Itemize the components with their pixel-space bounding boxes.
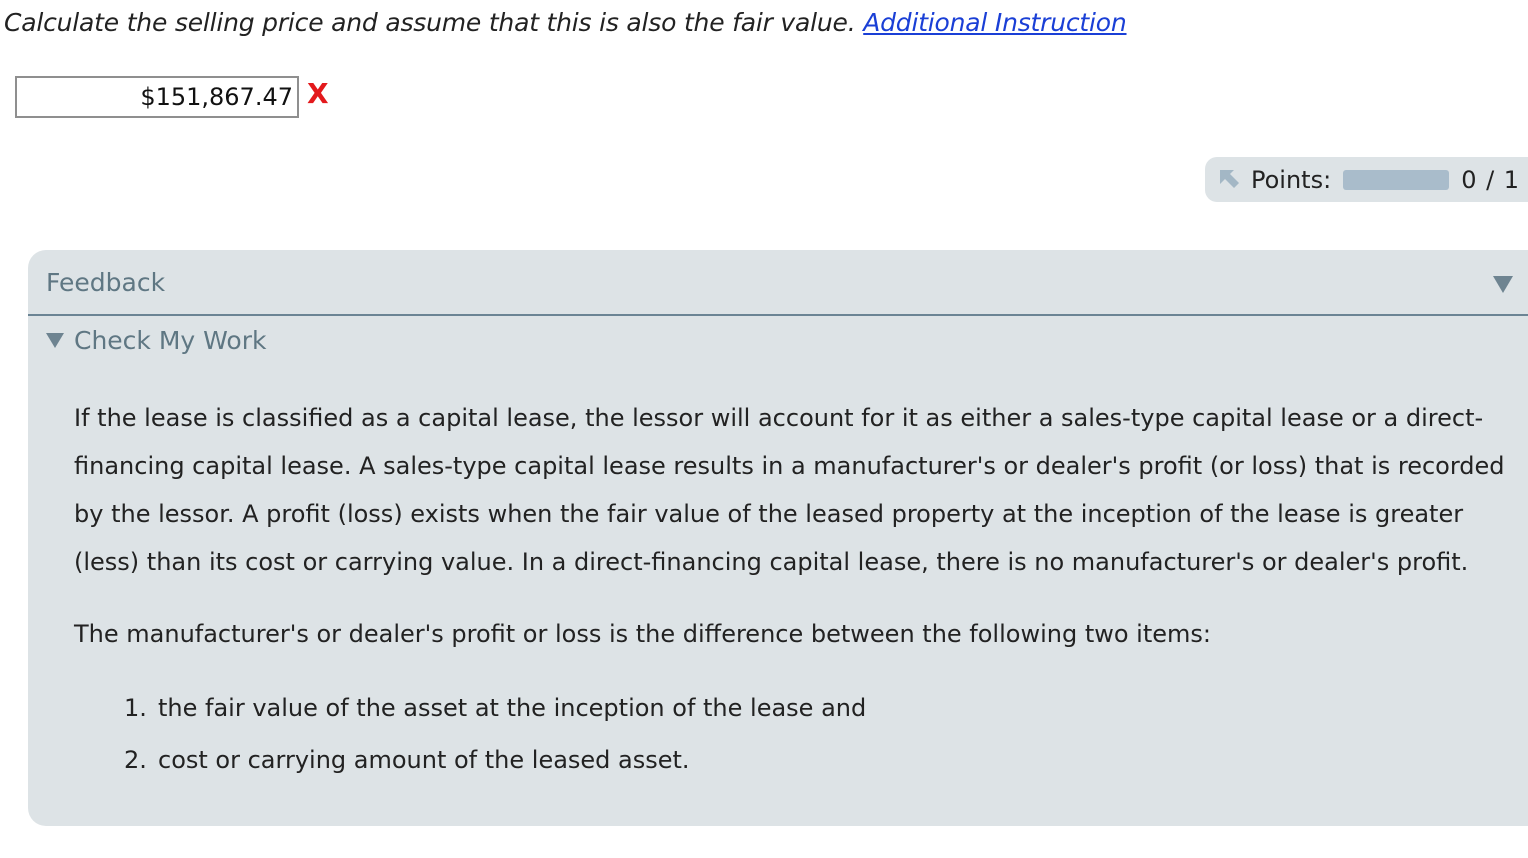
question-text: Calculate the selling price and assume t… [4,8,856,37]
feedback-header[interactable]: Feedback [28,250,1528,316]
list-item-text: the fair value of the asset at the incep… [158,694,867,722]
check-my-work-label: Check My Work [74,326,267,355]
feedback-paragraph: If the lease is classified as a capital … [74,404,1505,576]
points-label: Points: [1251,165,1332,194]
additional-instruction-link[interactable]: Additional Instruction [863,8,1126,37]
list-item-number: 1. [124,694,147,722]
list-item: 2. cost or carrying amount of the leased … [124,734,1524,786]
feedback-body: If the lease is classified as a capital … [74,394,1524,786]
points-score: 0 / 1 [1461,165,1521,194]
list-item: 1. the fair value of the asset at the inc… [124,682,1524,734]
feedback-panel: Feedback Check My Work If the lease is c… [28,250,1528,826]
points-indicator: Points: 0 / 1 [1205,157,1528,202]
expand-arrow-icon[interactable] [1217,167,1243,193]
question-prompt: Calculate the selling price and assume t… [4,8,1127,37]
list-item-text: cost or carrying amount of the leased as… [158,746,690,774]
answer-input[interactable] [15,76,299,118]
check-my-work-toggle[interactable]: Check My Work [46,326,266,355]
collapse-triangle-icon[interactable] [1493,276,1513,293]
list-item-number: 2. [124,746,147,774]
incorrect-x-icon: X [307,77,329,110]
feedback-list: 1. the fair value of the asset at the inc… [74,682,1524,786]
points-progress-bar [1343,169,1450,190]
answer-row: X [15,75,329,119]
feedback-title: Feedback [46,268,166,297]
disclosure-triangle-icon [46,333,64,348]
feedback-paragraph: The manufacturer's or dealer's profit or… [74,620,1211,648]
